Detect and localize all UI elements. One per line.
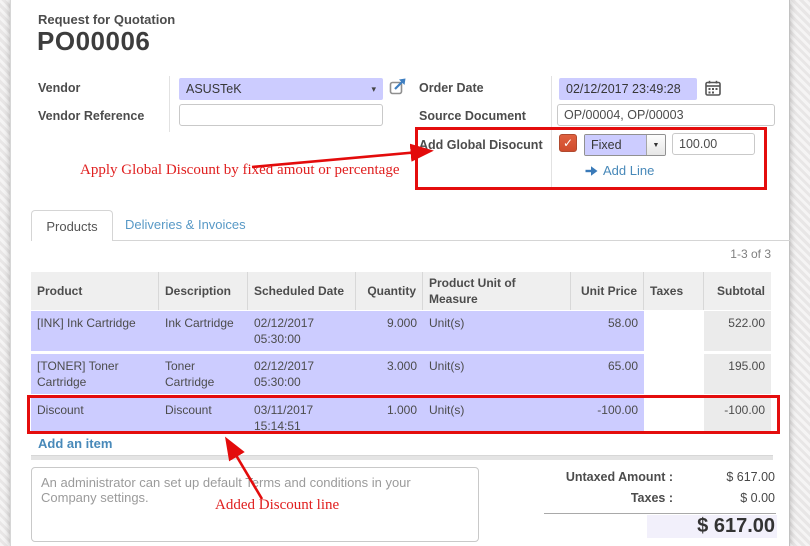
order-date-input[interactable]: 02/12/2017 23:49:28 — [559, 78, 697, 100]
field-group-separator-left — [169, 76, 170, 132]
vendor-reference-label: Vendor Reference — [38, 109, 144, 123]
table-header-row: Product Description Scheduled Date Quant… — [31, 272, 771, 310]
section-divider — [31, 455, 773, 460]
vendor-label: Vendor — [38, 81, 80, 95]
discount-type-value: Fixed — [585, 135, 646, 155]
taxes-total-value: $ 0.00 — [675, 491, 775, 505]
vendor-select-value: ASUSTeK — [186, 82, 242, 96]
cell-product: [TONER] Toner Cartridge — [31, 354, 159, 394]
order-lines-table: Product Description Scheduled Date Quant… — [31, 272, 771, 432]
cell-product: [INK] Ink Cartridge — [31, 311, 159, 351]
tab-products[interactable]: Products — [31, 210, 113, 241]
tab-deliveries-invoices-label: Deliveries & Invoices — [125, 217, 246, 232]
checkmark-icon: ✓ — [563, 136, 573, 150]
cell-unit-price: 58.00 — [571, 311, 644, 351]
cell-unit-price: -100.00 — [571, 398, 644, 432]
cell-quantity: 3.000 — [356, 354, 423, 394]
cell-description: Discount — [159, 398, 248, 432]
document-number: PO00006 — [37, 26, 150, 57]
add-an-item-link[interactable]: Add an item — [38, 436, 112, 451]
cell-scheduled-date: 02/12/2017 05:30:00 — [248, 311, 356, 351]
cell-description: Ink Cartridge — [159, 311, 248, 351]
cell-taxes — [644, 311, 704, 351]
taxes-total-label: Taxes : — [431, 491, 673, 505]
add-line-arrow-icon — [585, 165, 598, 177]
order-date-label: Order Date — [419, 81, 484, 95]
add-line-link[interactable]: Add Line — [585, 163, 654, 178]
source-document-input[interactable] — [557, 104, 775, 126]
cell-unit-price: 65.00 — [571, 354, 644, 394]
select-caret-icon: ▼ — [646, 135, 665, 155]
cell-taxes — [644, 398, 704, 432]
column-header-quantity[interactable]: Quantity — [356, 272, 423, 310]
column-header-description[interactable]: Description — [159, 272, 248, 310]
column-header-taxes[interactable]: Taxes — [644, 272, 704, 310]
tab-products-label: Products — [46, 219, 97, 234]
column-header-uom[interactable]: Product Unit of Measure — [423, 272, 571, 310]
untaxed-amount-value: $ 617.00 — [675, 470, 775, 484]
form-sheet: Request for Quotation PO00006 Vendor ASU… — [10, 0, 790, 546]
column-header-scheduled-date[interactable]: Scheduled Date — [248, 272, 356, 310]
cell-quantity: 9.000 — [356, 311, 423, 351]
totals-separator-line — [544, 513, 776, 514]
cell-subtotal: -100.00 — [704, 398, 771, 432]
vendor-reference-input[interactable] — [179, 104, 383, 126]
list-pager: 1-3 of 3 — [641, 247, 771, 261]
calendar-icon[interactable] — [704, 79, 721, 96]
cell-subtotal: 522.00 — [704, 311, 771, 351]
cell-uom: Unit(s) — [423, 398, 571, 432]
global-discount-label: Add Global Disocunt — [419, 138, 543, 152]
add-line-label: Add Line — [603, 163, 654, 178]
cell-uom: Unit(s) — [423, 311, 571, 351]
column-header-unit-price[interactable]: Unit Price — [571, 272, 644, 310]
cell-uom: Unit(s) — [423, 354, 571, 394]
vendor-select[interactable]: ASUSTeK ▾ — [179, 78, 383, 100]
cell-description: Toner Cartridge — [159, 354, 248, 394]
field-group-separator-right — [551, 76, 552, 188]
annotation-note-global-discount: Apply Global Discount by fixed amout or … — [80, 162, 400, 179]
global-discount-checkbox[interactable]: ✓ — [559, 134, 577, 152]
cell-quantity: 1.000 — [356, 398, 423, 432]
tab-bottom-border — [31, 240, 791, 241]
cell-scheduled-date: 03/11/2017 15:14:51 — [248, 398, 356, 432]
column-header-subtotal[interactable]: Subtotal — [704, 272, 771, 310]
chevron-down-icon: ▾ — [371, 84, 376, 95]
document-type-title: Request for Quotation — [38, 12, 175, 27]
untaxed-amount-label: Untaxed Amount : — [431, 470, 673, 484]
table-row-discount[interactable]: Discount Discount 03/11/2017 15:14:51 1.… — [31, 398, 771, 432]
cell-subtotal: 195.00 — [704, 354, 771, 394]
discount-amount-input[interactable] — [672, 133, 755, 155]
cell-taxes — [644, 354, 704, 394]
tab-deliveries-invoices[interactable]: Deliveries & Invoices — [125, 217, 246, 232]
external-link-icon[interactable] — [388, 76, 408, 96]
table-row-toner-cartridge[interactable]: [TONER] Toner Cartridge Toner Cartridge … — [31, 354, 771, 394]
cell-scheduled-date: 02/12/2017 05:30:00 — [248, 354, 356, 394]
discount-type-select[interactable]: Fixed ▼ — [584, 134, 666, 156]
source-document-label: Source Document — [419, 109, 526, 123]
grand-total-value: $ 617.00 — [647, 515, 777, 538]
annotation-note-discount-line: Added Discount line — [215, 497, 339, 514]
column-header-product[interactable]: Product — [31, 272, 159, 310]
page-background: Request for Quotation PO00006 Vendor ASU… — [0, 0, 810, 546]
table-row-ink-cartridge[interactable]: [INK] Ink Cartridge Ink Cartridge 02/12/… — [31, 311, 771, 351]
cell-product: Discount — [31, 398, 159, 432]
order-date-value: 02/12/2017 23:49:28 — [566, 82, 681, 96]
